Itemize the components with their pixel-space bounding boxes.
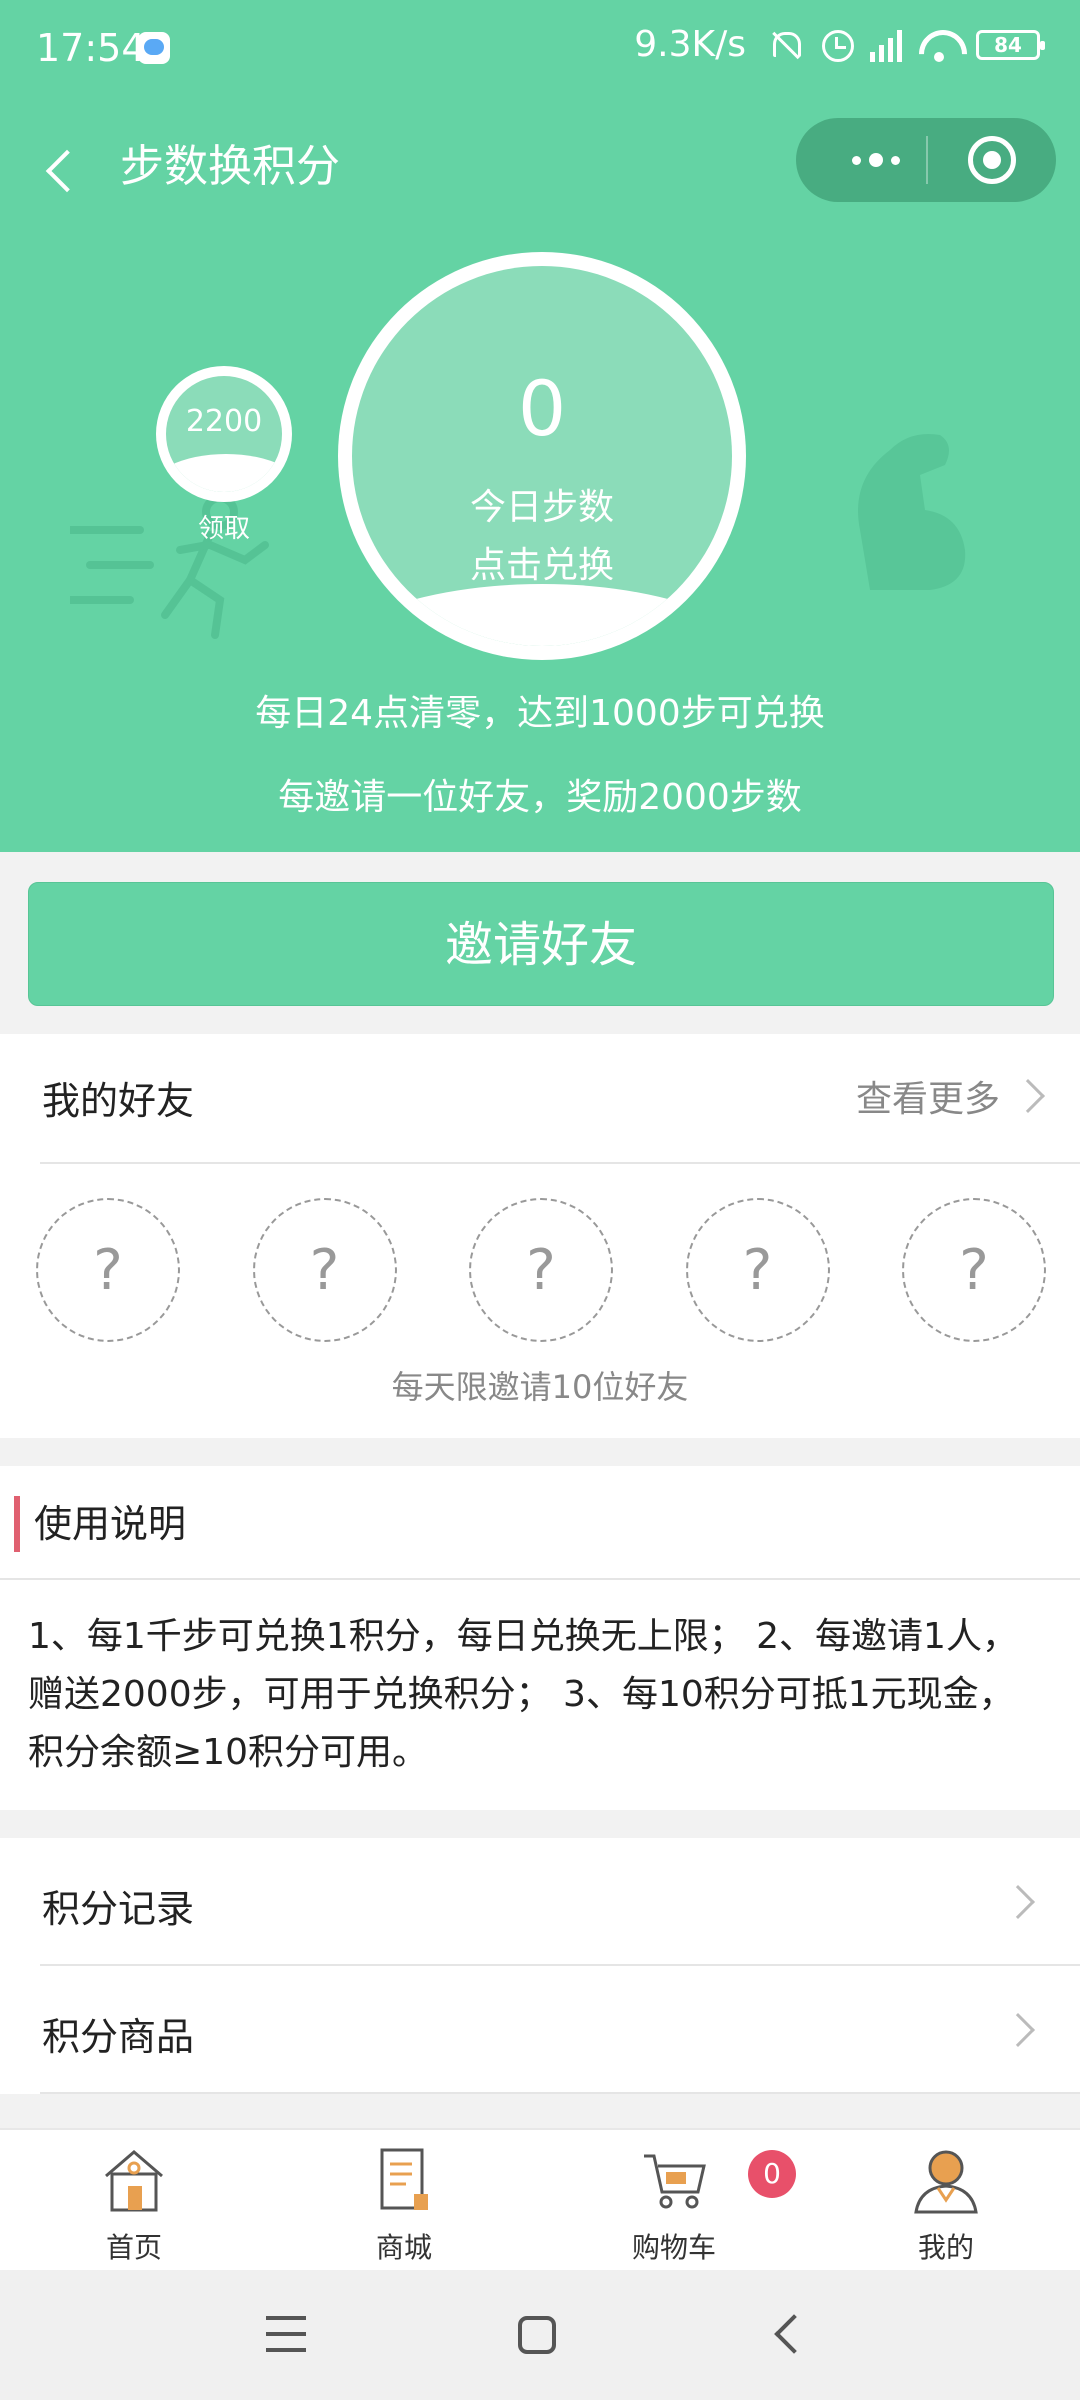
page-title: 步数换积分 [120,141,340,192]
home-button-icon[interactable] [518,2316,556,2354]
tab-cart[interactable]: 购物车 [574,2146,774,2266]
system-back-icon[interactable] [774,2314,814,2354]
tab-mine[interactable]: 我的 [846,2146,1046,2266]
divider [40,2092,1080,2094]
tab-label: 首页 [105,2231,162,2264]
mall-icon [380,2148,428,2210]
menu-item-points-products[interactable]: 积分商品 [0,1966,1080,2094]
home-icon [105,2150,163,2212]
claim-label[interactable]: 领取 [156,508,292,545]
cart-icon [644,2154,706,2209]
view-more-link[interactable]: 查看更多 [855,1070,1045,1122]
friends-card: 我的好友 查看更多 ? ? ? ? ? 每天限邀请10位好友 [0,1034,1080,1438]
today-steps-label: 今日步数 [469,487,614,528]
divider [40,1162,1080,1164]
friend-slot-empty[interactable]: ? [902,1198,1046,1342]
wifi-icon [916,28,962,62]
friends-title: 我的好友 [42,1079,195,1123]
usage-body-text: 1、每1千步可兑换1积分，每日兑换无上限； 2、每邀请1人，赠送2000步，可用… [28,1616,1018,1773]
friend-slot-empty[interactable]: ? [36,1198,180,1342]
alarm-icon [818,26,856,64]
status-indicators: 9.3K/s 84 [634,24,1045,65]
claim-badge-fill: 2200 [166,376,282,492]
invite-reward-text: 每邀请一位好友，奖励2000步数 [278,777,802,818]
exchange-action-label: 点击兑换 [469,545,614,586]
usage-instructions-card: 使用说明 1、每1千步可兑换1积分，每日兑换无上限； 2、每邀请1人，赠送200… [0,1466,1080,1810]
bell-off-icon [766,26,804,64]
steps-header: 步数换积分 2200 领取 0 今日步数 点击兑换 每日24点清零，达到1000… [0,100,1080,852]
back-icon[interactable] [40,140,90,200]
app-notification-icon [138,32,170,64]
menu-item-label: 积分记录 [42,1887,195,1931]
invite-section: 邀请好友 [0,852,1080,1034]
status-time: 17:54 [36,26,146,70]
friend-slot-empty[interactable]: ? [685,1198,830,1342]
today-steps-value: 0 [517,364,567,453]
tab-label: 商城 [375,2231,432,2264]
friend-slots: ? ? ? ? ? [36,1198,1046,1342]
friend-slot-empty[interactable]: ? [252,1198,397,1342]
battery-level: 84 [994,32,1022,57]
tab-label: 我的 [917,2231,974,2264]
tab-label: 购物车 [631,2231,716,2264]
status-bar: 17:54 9.3K/s 84 [0,0,1080,100]
reset-rule-text: 每日24点清零，达到1000步可兑换 [255,693,825,734]
invite-limit-text: 每天限邀请10位好友 [391,1368,689,1406]
usage-title: 使用说明 [34,1502,187,1546]
view-more-label: 查看更多 [855,1079,1000,1120]
network-speed: 9.3K/s [634,24,746,65]
dial-fill: 0 今日步数 点击兑换 [352,266,732,646]
chevron-right-icon [1001,2013,1035,2047]
divider [0,1578,1080,1580]
chevron-right-icon [1011,1079,1045,1113]
claim-steps-value: 2200 [185,404,263,439]
mini-program-capsule [796,118,1056,202]
section-accent-bar [14,1496,20,1552]
recent-apps-icon[interactable] [266,2316,306,2352]
menu-item-points-record[interactable]: 积分记录 [0,1838,1080,1966]
muscle-arm-icon [858,434,966,590]
invite-friends-button[interactable]: 邀请好友 [28,882,1054,1006]
signal-icon [870,28,902,62]
menu-item-label: 积分商品 [42,2015,195,2059]
system-navigation-bar [0,2270,1080,2400]
today-steps-dial[interactable]: 0 今日步数 点击兑换 [338,252,746,660]
close-target-icon[interactable] [968,136,1016,184]
points-menu: 积分记录 积分商品 [0,1838,1080,2094]
battery-icon: 84 [976,29,1045,60]
profile-icon [914,2150,978,2214]
bottom-tab-bar: 首页 商城 购物车 我的 0 [0,2128,1080,2270]
friend-slot-empty[interactable]: ? [469,1198,613,1342]
cart-count-badge: 0 [748,2150,796,2198]
capsule-divider [926,136,928,184]
more-icon[interactable] [826,118,926,202]
tab-home[interactable]: 首页 [34,2146,234,2266]
tab-mall[interactable]: 商城 [304,2146,504,2266]
claim-steps-badge[interactable]: 2200 [156,366,292,502]
chevron-right-icon [1001,1885,1035,1919]
